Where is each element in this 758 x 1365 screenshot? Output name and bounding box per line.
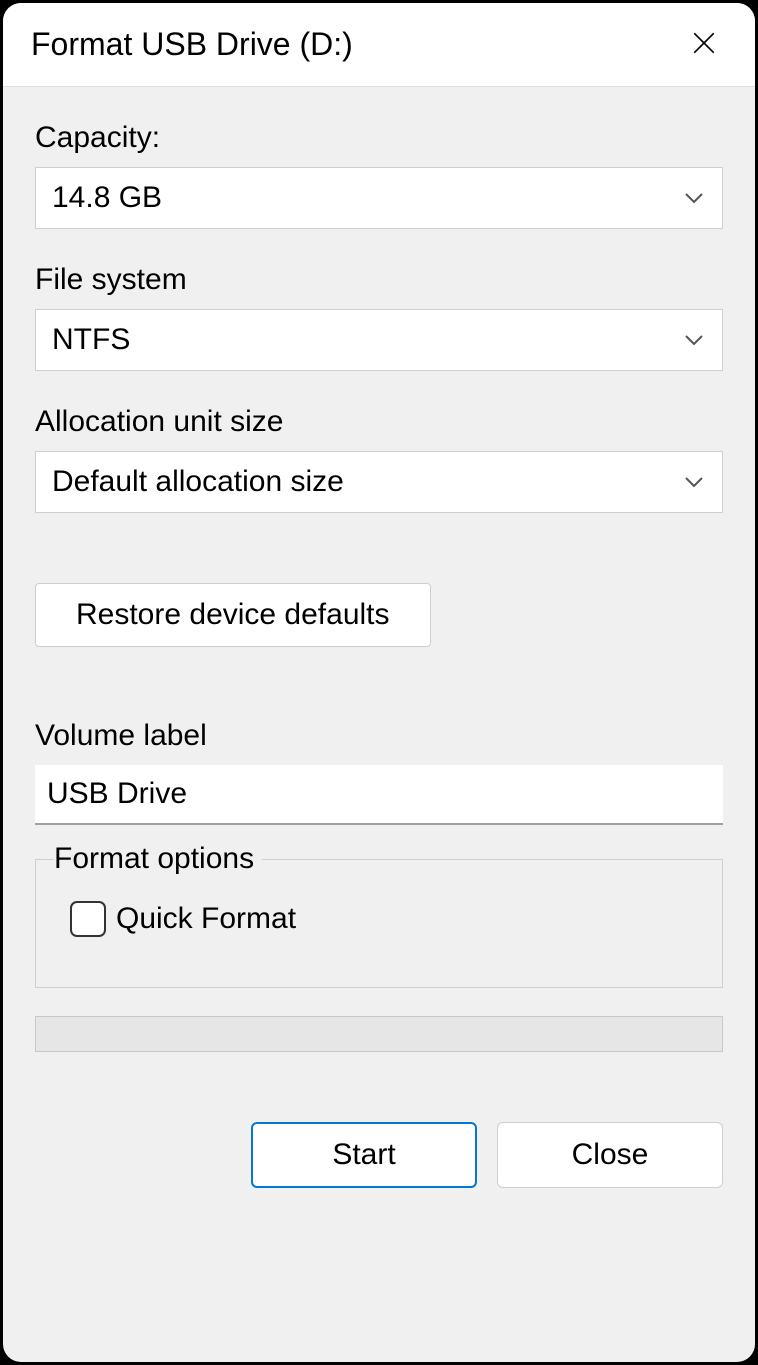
capacity-label: Capacity: [35, 121, 723, 155]
close-icon [691, 30, 717, 59]
quick-format-row: Quick Format [54, 901, 704, 937]
chevron-down-icon [682, 186, 706, 210]
dialog-content: Capacity: 14.8 GB File system NTFS Alloc… [3, 87, 755, 1362]
chevron-down-icon [682, 328, 706, 352]
allocation-value: Default allocation size [52, 465, 682, 499]
file-system-value: NTFS [52, 323, 682, 357]
close-window-button[interactable] [681, 22, 727, 68]
close-button[interactable]: Close [497, 1122, 723, 1188]
format-dialog: Format USB Drive (D:) Capacity: 14.8 GB … [3, 3, 755, 1362]
capacity-value: 14.8 GB [52, 181, 682, 215]
file-system-label: File system [35, 263, 723, 297]
window-title: Format USB Drive (D:) [31, 26, 353, 63]
quick-format-label: Quick Format [116, 902, 296, 936]
allocation-label: Allocation unit size [35, 405, 723, 439]
titlebar: Format USB Drive (D:) [3, 3, 755, 87]
capacity-dropdown[interactable]: 14.8 GB [35, 167, 723, 229]
restore-defaults-button[interactable]: Restore device defaults [35, 583, 431, 647]
start-button[interactable]: Start [251, 1122, 477, 1188]
file-system-dropdown[interactable]: NTFS [35, 309, 723, 371]
format-options-group: Format options Quick Format [35, 859, 723, 988]
quick-format-checkbox[interactable] [70, 901, 106, 937]
allocation-dropdown[interactable]: Default allocation size [35, 451, 723, 513]
progress-bar [35, 1016, 723, 1052]
format-options-legend: Format options [54, 842, 262, 876]
volume-label-input[interactable] [35, 765, 723, 825]
dialog-button-row: Start Close [35, 1122, 723, 1188]
chevron-down-icon [682, 470, 706, 494]
volume-label-label: Volume label [35, 719, 723, 753]
